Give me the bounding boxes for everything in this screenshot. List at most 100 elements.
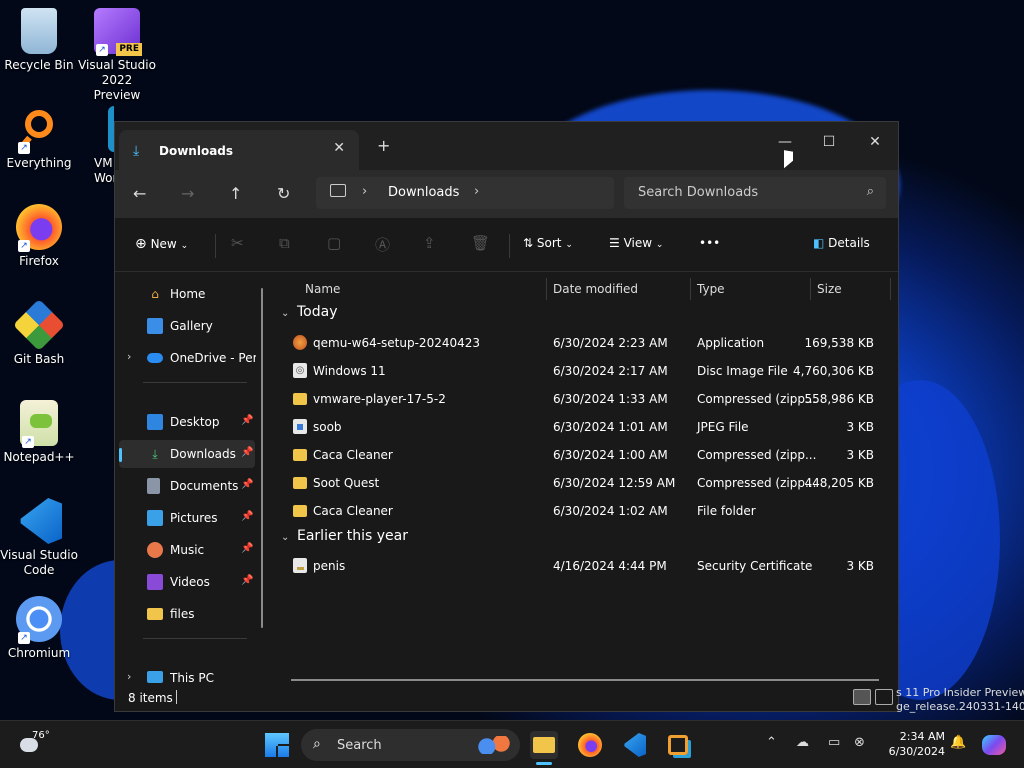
back-button[interactable]: ← xyxy=(133,184,146,203)
desktop-icon-vmware[interactable]: VM Work xyxy=(78,106,114,186)
tiles-view-toggle[interactable] xyxy=(875,689,893,705)
desktop-icon-firefox[interactable]: ↗ Firefox xyxy=(0,204,78,269)
forward-button[interactable]: → xyxy=(181,184,194,203)
details-view-toggle[interactable] xyxy=(853,689,871,705)
more-options-button[interactable]: ••• xyxy=(699,236,720,250)
pin-icon[interactable]: 📌 xyxy=(241,479,253,490)
desktop-icon-visual-studio-preview[interactable]: PRE ↗ Visual Studio 2022 Preview xyxy=(78,8,156,103)
nav-item-desktop[interactable]: Desktop 📌 xyxy=(119,408,255,436)
up-button[interactable]: ↑ xyxy=(229,184,242,203)
taskbar-search[interactable]: ⌕ Search xyxy=(301,729,520,761)
desktop-icon-git-bash[interactable]: Git Bash xyxy=(0,298,78,367)
chevron-right-icon[interactable]: › xyxy=(127,350,131,363)
nav-item-pictures[interactable]: Pictures 📌 xyxy=(119,504,255,532)
pin-icon[interactable]: 📌 xyxy=(241,543,253,554)
desktop-icon-everything[interactable]: ↗ Everything xyxy=(0,106,78,171)
group-header-today[interactable]: ⌄ Today xyxy=(281,304,338,320)
nav-item-onedrive[interactable]: › OneDrive - Personal xyxy=(119,344,256,372)
column-header-type[interactable]: Type xyxy=(697,282,725,296)
everything-search-icon: ↗ xyxy=(16,106,62,154)
network-disconnected-icon[interactable]: ☁ xyxy=(796,735,809,750)
desktop-icon-notepad-plus-plus[interactable]: ↗ Notepad++ xyxy=(0,400,78,465)
clock[interactable]: 2:34 AM 6/30/2024 xyxy=(881,729,945,759)
taskbar-vscode[interactable] xyxy=(620,731,648,759)
file-row[interactable]: soob 6/30/2024 1:01 AM JPEG File 3 KB xyxy=(275,414,890,440)
search-input[interactable]: Search Downloads ⌕ xyxy=(624,177,886,209)
file-row[interactable]: ◎ Windows 11 6/30/2024 2:17 AM Disc Imag… xyxy=(275,358,890,384)
new-tab-button[interactable]: + xyxy=(377,136,390,155)
pin-icon[interactable]: 📌 xyxy=(241,447,253,458)
delete-button[interactable]: 🗑 xyxy=(471,234,490,252)
nav-item-files[interactable]: files xyxy=(119,600,255,628)
rename-button[interactable]: Ⓐ xyxy=(375,234,390,255)
file-row[interactable]: Soot Quest 6/30/2024 12:59 AM Compressed… xyxy=(275,470,890,496)
refresh-button[interactable]: ↻ xyxy=(277,184,290,203)
pin-icon[interactable]: 📌 xyxy=(241,415,253,426)
file-row[interactable]: vmware-player-17-5-2 6/30/2024 1:33 AM C… xyxy=(275,386,890,412)
chevron-down-icon: ⌄ xyxy=(180,241,189,251)
nav-item-gallery[interactable]: Gallery xyxy=(119,312,255,340)
column-header-size[interactable]: Size xyxy=(817,282,842,296)
column-divider[interactable] xyxy=(690,278,691,300)
nav-item-downloads[interactable]: ⤓ Downloads 📌 xyxy=(119,440,255,468)
music-icon xyxy=(147,542,163,558)
git-bash-icon xyxy=(12,298,66,352)
breadcrumb[interactable]: Downloads xyxy=(388,185,459,200)
nav-item-videos[interactable]: Videos 📌 xyxy=(119,568,255,596)
pin-icon[interactable]: 📌 xyxy=(241,511,253,522)
close-tab-icon[interactable]: ✕ xyxy=(333,140,345,156)
desktop-icon-chromium[interactable]: ↗ Chromium xyxy=(0,596,78,661)
taskbar-vmware[interactable] xyxy=(664,731,692,759)
share-button[interactable]: ⇪ xyxy=(423,234,436,252)
chevron-right-icon[interactable]: › xyxy=(362,184,367,199)
column-header-name[interactable]: Name xyxy=(305,282,340,296)
nav-scrollbar[interactable] xyxy=(261,288,263,628)
nav-item-documents[interactable]: Documents 📌 xyxy=(119,472,255,500)
new-button[interactable]: ⊕ New ⌄ xyxy=(135,236,188,252)
shortcut-arrow-icon: ↗ xyxy=(18,632,30,644)
nav-item-music[interactable]: Music 📌 xyxy=(119,536,255,564)
shortcut-arrow-icon: ↗ xyxy=(18,142,30,154)
start-button[interactable] xyxy=(263,731,291,759)
column-divider[interactable] xyxy=(810,278,811,300)
chevron-down-icon: ⌄ xyxy=(565,240,573,250)
details-button[interactable]: ◧ Details xyxy=(813,236,870,250)
tab-downloads[interactable]: ⤓ Downloads ✕ xyxy=(119,130,359,170)
weather-widget[interactable]: 76° xyxy=(18,730,58,760)
paste-button[interactable]: ▢ xyxy=(327,234,341,252)
desktop-icon-recycle-bin[interactable]: Recycle Bin xyxy=(0,8,78,73)
taskbar-file-explorer[interactable] xyxy=(530,731,558,765)
desktop-icon xyxy=(147,414,163,430)
folder-icon xyxy=(293,505,307,517)
details-pane-icon: ◧ xyxy=(813,236,825,250)
nav-item-home[interactable]: ⌂ Home xyxy=(119,280,255,308)
sort-button[interactable]: ⇅ Sort ⌄ xyxy=(523,236,573,250)
taskbar-firefox[interactable] xyxy=(576,731,604,759)
maximize-button[interactable]: ☐ xyxy=(807,128,851,156)
file-row[interactable]: Caca Cleaner 6/30/2024 1:00 AM Compresse… xyxy=(275,442,890,468)
address-bar[interactable]: › Downloads › xyxy=(316,177,614,209)
videos-icon xyxy=(147,574,163,590)
horizontal-scrollbar[interactable] xyxy=(291,679,879,681)
column-header-date-modified[interactable]: Date modified xyxy=(553,282,638,296)
file-row[interactable]: Caca Cleaner 6/30/2024 1:02 AM File fold… xyxy=(275,498,890,524)
recycle-bin-icon xyxy=(21,8,57,54)
file-row[interactable]: penis 4/16/2024 4:44 PM Security Certifi… xyxy=(275,553,890,579)
chevron-right-icon[interactable]: › xyxy=(474,184,479,199)
group-header-earlier-this-year[interactable]: ⌄ Earlier this year xyxy=(281,528,408,544)
copy-button[interactable]: ⧉ xyxy=(279,234,290,252)
view-button[interactable]: ☰ View ⌄ xyxy=(609,236,663,250)
pin-icon[interactable]: 📌 xyxy=(241,575,253,586)
copilot-button[interactable] xyxy=(980,731,1008,759)
cut-button[interactable]: ✂ xyxy=(231,234,244,252)
notification-bell-icon[interactable]: 🔔 xyxy=(950,735,966,750)
no-network-icon[interactable]: ⊗ xyxy=(854,735,865,750)
column-divider[interactable] xyxy=(546,278,547,300)
show-hidden-icons-chevron-icon[interactable]: ⌃ xyxy=(766,735,777,750)
file-row[interactable]: qemu-w64-setup-20240423 6/30/2024 2:23 A… xyxy=(275,330,890,356)
close-window-button[interactable]: ✕ xyxy=(853,128,897,156)
column-divider[interactable] xyxy=(890,278,891,300)
chevron-right-icon[interactable]: › xyxy=(127,670,131,683)
display-icon[interactable]: ▭ xyxy=(828,735,840,750)
desktop-icon-vscode[interactable]: Visual Studio Code xyxy=(0,498,78,578)
